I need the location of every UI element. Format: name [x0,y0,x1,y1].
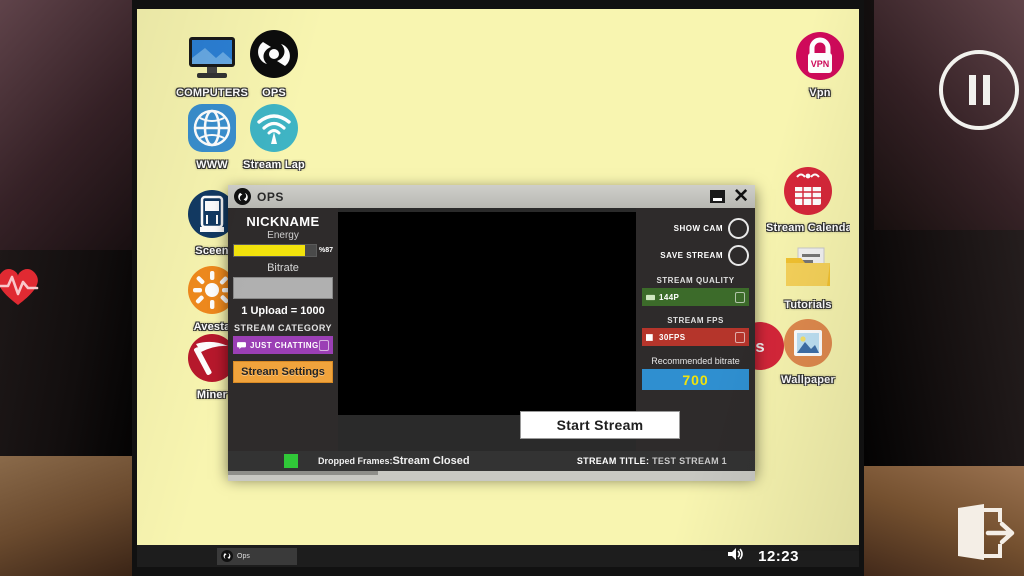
dropped-frames-value: Stream Closed [392,455,470,467]
health-indicator [0,262,44,308]
upload-ratio-label: 1 Upload = 1000 [241,305,325,317]
desktop-icon-ops[interactable]: OPS [232,28,316,99]
stream-settings-button[interactable]: Stream Settings [233,361,333,383]
ops-window[interactable]: OPS ✕ NICKNAME Energy %87 Bitrate 1 Uplo… [228,185,755,481]
pause-icon [982,75,990,105]
stream-fps-label: STREAM FPS [667,316,724,325]
energy-bar: %87 [233,244,333,257]
stream-fps-dropdown[interactable]: 30FPS [642,328,749,346]
desktop-icon-stream-calendar[interactable]: Stream Calendar [766,163,850,234]
wifi-icon [245,100,303,158]
desktop-icon-vpn[interactable]: VPN Vpn [778,28,862,99]
desktop-icon-label: Tutorials [784,299,832,311]
energy-bar-fill [234,245,306,256]
window-title: OPS [257,189,284,204]
window-statusbar: Dropped Frames:Stream Closed STREAM TITL… [228,451,755,471]
show-cam-toggle-row[interactable]: SHOW CAM [642,218,749,239]
svg-text:VPN: VPN [811,59,830,69]
chat-icon [237,341,246,349]
stream-title-label: STREAM TITLE: [576,456,650,466]
stream-title-status: STREAM TITLE: TEST STREAM 1 [577,456,727,466]
window-footer-scroll[interactable] [228,471,378,475]
game-scene: COMPUTERS OPS WWW Stream Lap Sceen Avest… [0,0,1024,576]
taskbar-app-label: Ops [237,552,250,560]
stream-quality-dropdown[interactable]: 144P [642,288,749,306]
show-cam-toggle[interactable] [728,218,749,239]
room-left-wall-upper [0,0,132,250]
taskbar[interactable]: Ops 12:23 [137,545,859,567]
stream-fps-value: 30FPS [659,332,686,342]
svg-text:s: s [755,337,764,356]
save-stream-toggle-row[interactable]: SAVE STREAM [642,245,749,266]
pause-button[interactable] [939,50,1019,130]
desktop-icon-stream-lap[interactable]: Stream Lap [232,100,316,171]
exit-button[interactable] [950,502,1016,564]
stream-quality-label: STREAM QUALITY [656,276,735,285]
start-stream-button[interactable]: Start Stream [520,411,680,439]
obs-logo-icon [221,550,233,562]
desk-left-edge [0,456,132,576]
desktop-icon-label: Vpn [809,87,831,99]
obs-logo-icon [234,188,251,205]
desktop-icon-label: OPS [262,87,286,99]
fps-icon [646,333,655,341]
bitrate-label: Bitrate [267,262,299,274]
desktop-icon-label: Stream Lap [243,159,305,171]
chevron-down-icon [735,292,745,303]
window-body: NICKNAME Energy %87 Bitrate 1 Upload = 1… [228,208,755,451]
save-stream-toggle[interactable] [728,245,749,266]
taskbar-app-ops[interactable]: Ops [217,547,297,565]
dropped-frames-label: Dropped Frames: [318,456,393,466]
show-cam-label: SHOW CAM [673,224,723,233]
window-controls: ✕ [710,185,749,208]
nickname-value: Energy [267,230,299,241]
energy-bar-track [233,244,317,257]
save-stream-label: SAVE STREAM [660,251,723,260]
lock-icon: VPN [791,28,849,86]
nickname-label: NICKNAME [246,214,320,229]
stream-preview[interactable] [338,212,636,415]
window-footer [228,471,755,481]
stream-quality-value: 144P [659,292,680,302]
recommended-bitrate-value: 700 [642,369,749,390]
chevron-down-icon [735,332,745,343]
taskbar-tray: 12:23 [726,546,799,567]
center-panel: Start Stream [338,208,680,451]
pause-icon [968,75,976,105]
chevron-down-icon [319,340,329,351]
status-indicator [284,454,298,468]
recommended-bitrate-label: Recommended bitrate [651,356,740,366]
close-button[interactable]: ✕ [733,187,749,206]
energy-percent-label: %87 [318,247,333,254]
desktop-icon-tutorials[interactable]: Tutorials [766,240,850,311]
dropped-frames-status: Dropped Frames:Stream Closed [318,455,470,467]
folder-icon [779,240,837,298]
speaker-icon[interactable] [726,546,746,567]
resolution-icon [646,294,655,301]
bitrate-input[interactable] [233,277,333,299]
left-panel: NICKNAME Energy %87 Bitrate 1 Upload = 1… [228,208,338,451]
minimize-button[interactable] [710,190,726,203]
stream-category-dropdown[interactable]: JUST CHATTING [233,336,333,354]
stream-category-value: JUST CHATTING [250,340,319,350]
calendar-icon [779,163,837,221]
obs-logo-icon [245,28,303,86]
window-titlebar[interactable]: OPS ✕ [228,185,755,208]
taskbar-clock: 12:23 [758,547,799,565]
stream-category-label: STREAM CATEGORY [233,323,332,333]
stream-title-value: TEST STREAM 1 [652,456,727,466]
desktop-icon-label: Stream Calendar [766,222,850,234]
